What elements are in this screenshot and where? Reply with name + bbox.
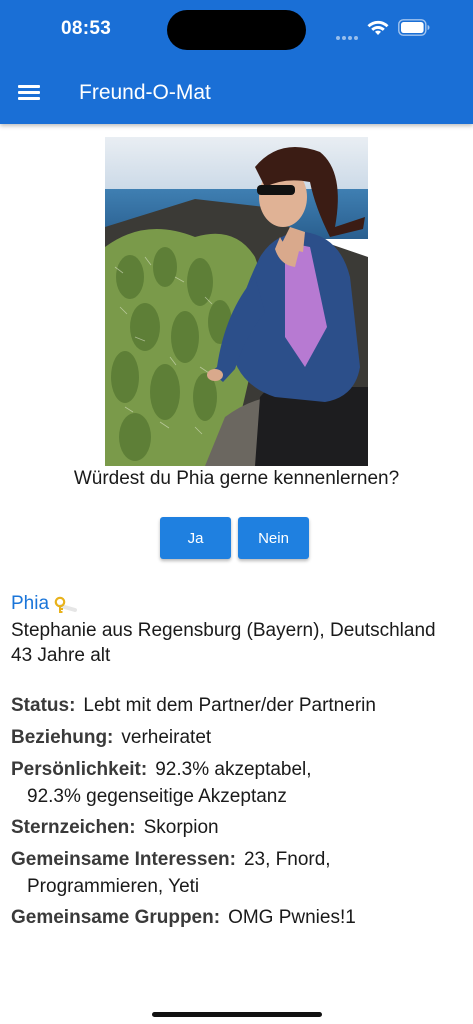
detail-groups: Gemeinsame Gruppen: OMG Pwnies!1 xyxy=(11,905,356,931)
app-bar: 08:53 Freund-O-Mat xyxy=(0,0,473,124)
status-time: 08:53 xyxy=(61,18,112,39)
profile-name-link[interactable]: Phia xyxy=(11,593,49,615)
detail-personality: Persönlichkeit: 92.3% akzeptabel, xyxy=(11,757,312,783)
question-text: Würdest du Phia gerne kennenlernen? xyxy=(73,468,400,489)
detail-interests: Gemeinsame Interessen: 23, Fnord, xyxy=(11,847,331,873)
profile-location: Stephanie aus Regensburg (Bayern), Deuts… xyxy=(11,620,436,641)
yes-button[interactable]: Ja xyxy=(160,517,231,559)
detail-value: 23, Fnord, xyxy=(243,849,331,870)
no-button[interactable]: Nein xyxy=(238,517,309,559)
detail-value: verheiratet xyxy=(121,727,212,748)
wifi-icon xyxy=(367,20,389,35)
detail-value: OMG Pwnies!1 xyxy=(228,907,356,928)
battery-icon xyxy=(398,19,430,36)
detail-label: Status: xyxy=(11,695,76,716)
detail-value: Skorpion xyxy=(143,817,219,838)
detail-value: 92.3% akzeptabel, xyxy=(155,759,312,780)
detail-value: Lebt mit dem Partner/der Partnerin xyxy=(83,695,376,716)
detail-relationship: Beziehung: verheiratet xyxy=(11,725,211,751)
detail-personality-cont: 92.3% gegenseitige Akzeptanz xyxy=(27,786,287,807)
dynamic-island xyxy=(167,10,306,50)
detail-status: Status: Lebt mit dem Partner/der Partneri… xyxy=(11,693,376,719)
detail-zodiac: Sternzeichen: Skorpion xyxy=(11,815,219,841)
key-icon xyxy=(54,596,77,613)
home-indicator[interactable] xyxy=(152,1012,322,1017)
profile-age: 43 Jahre alt xyxy=(11,645,111,666)
detail-label: Gemeinsame Gruppen: xyxy=(11,907,221,928)
detail-label: Gemeinsame Interessen: xyxy=(11,849,236,870)
menu-icon[interactable] xyxy=(18,82,42,102)
signal-icon xyxy=(336,27,360,40)
detail-label: Sternzeichen: xyxy=(11,817,136,838)
app-title: Freund-O-Mat xyxy=(79,81,211,104)
detail-label: Persönlichkeit: xyxy=(11,759,148,780)
detail-label: Beziehung: xyxy=(11,727,114,748)
detail-interests-cont: Programmieren, Yeti xyxy=(27,876,200,897)
profile-photo xyxy=(105,137,368,466)
